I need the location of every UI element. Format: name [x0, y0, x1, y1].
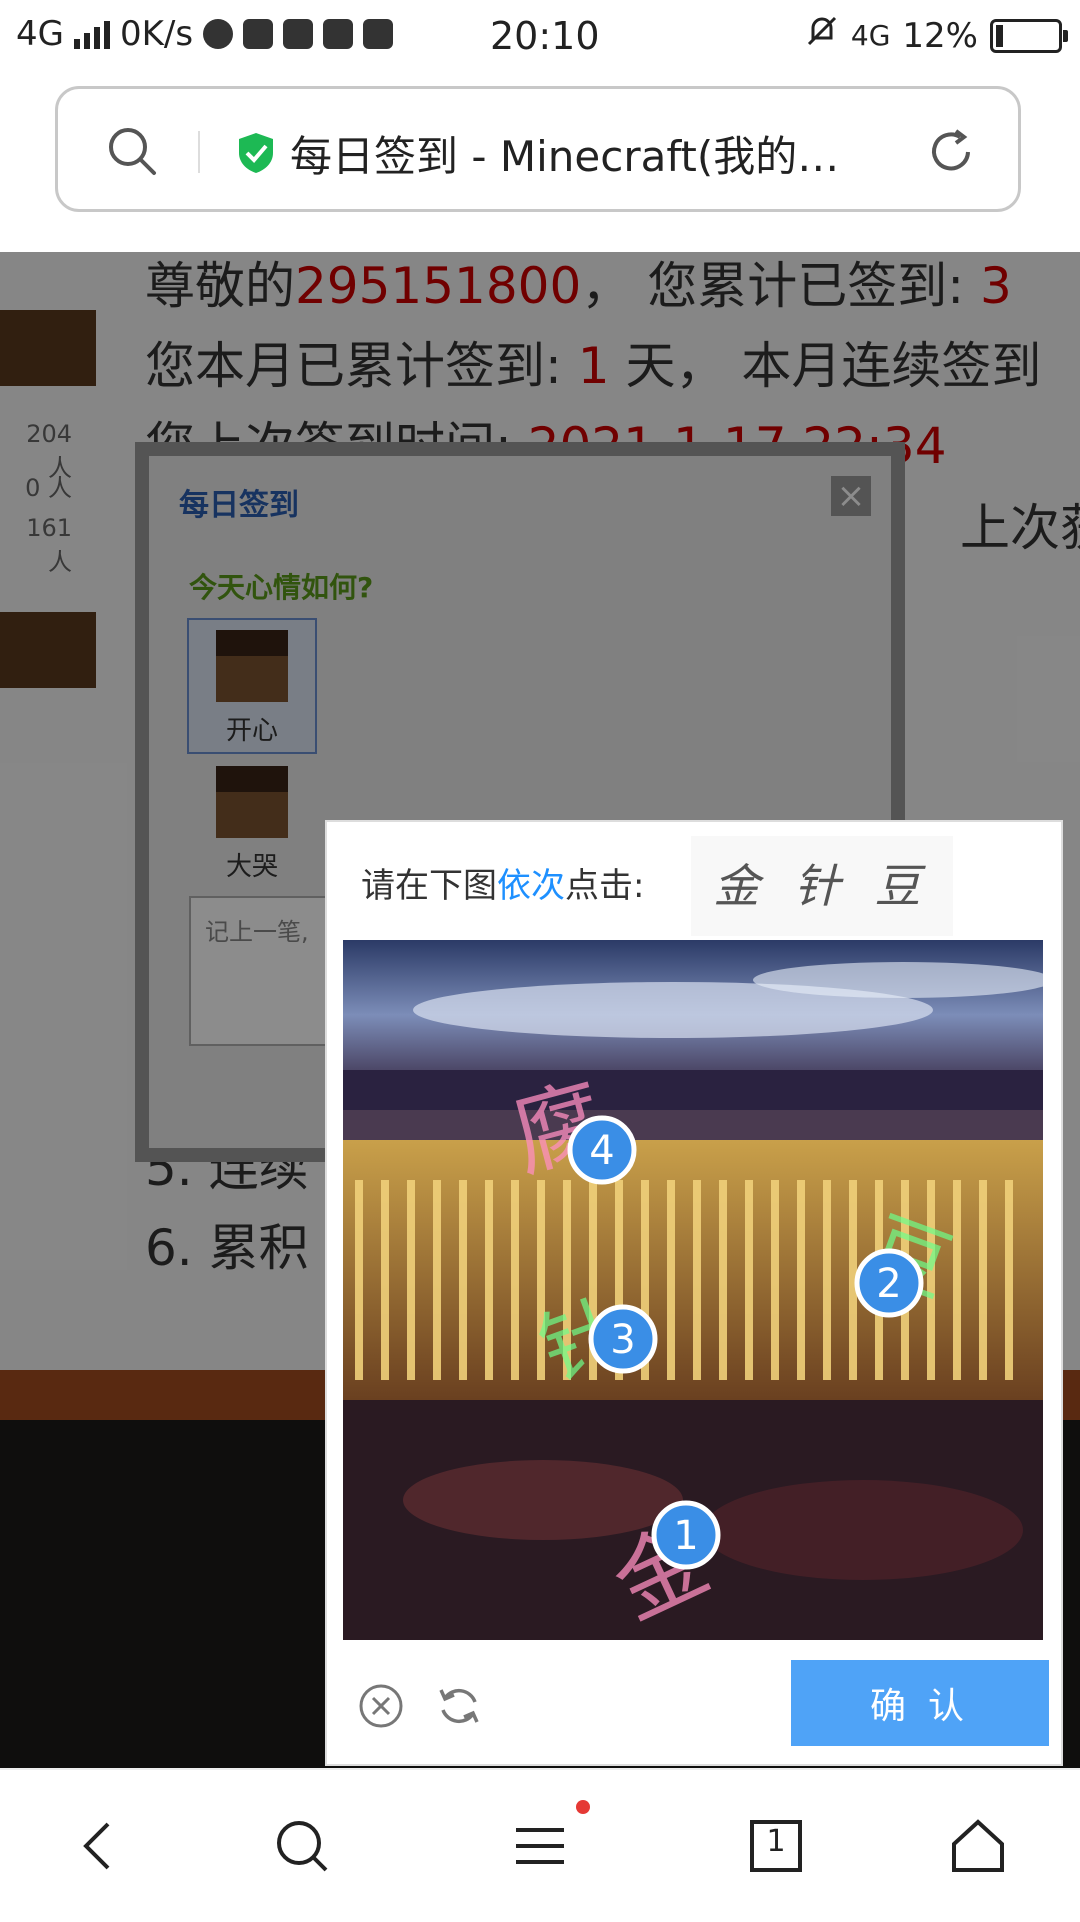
bag-icon [363, 19, 394, 49]
refresh-captcha-icon[interactable] [435, 1682, 483, 1734]
battery-text: 12% [902, 15, 978, 56]
divider [198, 131, 200, 173]
bottom-navigation: 1 [0, 1768, 1080, 1922]
svg-text:2: 2 [876, 1261, 901, 1307]
home-icon[interactable] [948, 1816, 1008, 1876]
notification-dot [576, 1800, 590, 1814]
search-icon[interactable] [106, 125, 158, 177]
battery-icon [990, 18, 1068, 53]
url-box[interactable]: 每日签到 - Minecraft(我的… [55, 86, 1021, 212]
network-indicator: 4G [16, 14, 64, 54]
address-bar: 每日签到 - Minecraft(我的… [0, 76, 1080, 252]
s-box-icon [243, 19, 274, 49]
captcha-marker-3[interactable]: 3 [588, 1304, 658, 1374]
planet-icon [203, 19, 234, 49]
signal-icon [73, 19, 110, 49]
svg-text:4: 4 [589, 1128, 614, 1174]
network-indicator-right: 4G [850, 19, 891, 52]
search-nav-icon[interactable] [272, 1816, 332, 1876]
captcha-marker-1[interactable]: 1 [651, 1500, 721, 1570]
captcha-panel: 请在下图依次点击: 金 针 豆 腐 针 金 1 2 3 4 确 认 [325, 820, 1063, 1766]
clock: 20:10 [490, 14, 600, 58]
tabs-count: 1 [766, 1824, 786, 1859]
confirm-button[interactable]: 确 认 [791, 1660, 1049, 1746]
reload-icon[interactable] [924, 125, 978, 179]
menu-icon[interactable] [510, 1816, 570, 1876]
captcha-marker-4[interactable]: 4 [567, 1115, 637, 1185]
captcha-prompt: 请在下图依次点击: [361, 866, 645, 906]
svg-text:1: 1 [673, 1513, 698, 1559]
status-bar: 4G 0K/s 20:10 4G 12% [0, 0, 1080, 76]
svg-text:3: 3 [610, 1317, 635, 1363]
mute-icon [805, 14, 839, 57]
captcha-target-chars: 金 针 豆 腐 [691, 836, 953, 1013]
page-title-url[interactable]: 每日签到 - Minecraft(我的… [290, 123, 890, 184]
back-icon[interactable] [70, 1816, 130, 1876]
database-icon [323, 19, 354, 49]
web-page: 204 人 0 人 161 人 尊敬的295151800， 您累计已签到: 3 … [0, 252, 1080, 1768]
captcha-image[interactable]: 腐 豆 针 金 1234 [343, 940, 1043, 1640]
close-captcha-icon[interactable] [357, 1682, 405, 1734]
crown-icon [283, 19, 314, 49]
captcha-marker-2[interactable]: 2 [854, 1248, 924, 1318]
tabs-button[interactable]: 1 [746, 1816, 806, 1876]
network-speed: 0K/s [119, 14, 194, 54]
captcha-tools [357, 1682, 483, 1734]
secure-shield-icon [236, 131, 276, 175]
